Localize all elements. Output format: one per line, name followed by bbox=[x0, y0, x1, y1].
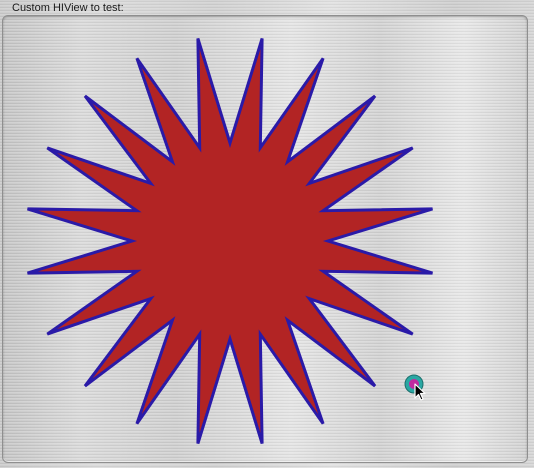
custom-hiview[interactable] bbox=[2, 15, 528, 463]
pointer-cursor-icon bbox=[404, 374, 426, 401]
view-label: Custom HIView to test: bbox=[12, 2, 124, 14]
star-shape-canvas bbox=[27, 38, 433, 444]
star-shape[interactable] bbox=[27, 38, 433, 444]
